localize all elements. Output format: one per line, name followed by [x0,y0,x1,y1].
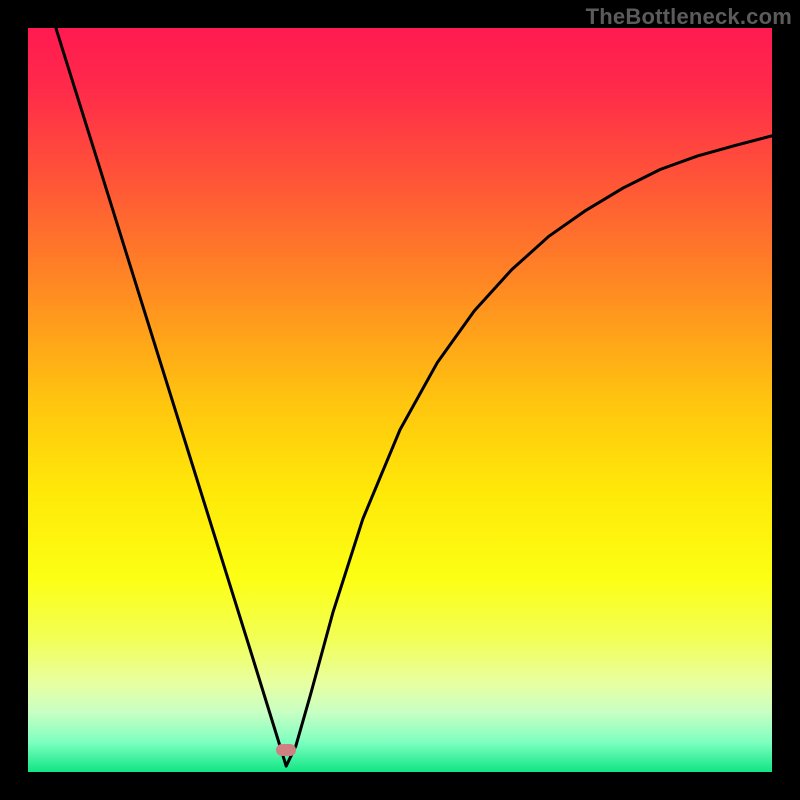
plot-svg [28,28,772,772]
attribution-text: TheBottleneck.com [586,4,792,30]
gradient-background [28,28,772,772]
chart-frame: TheBottleneck.com [0,0,800,800]
plot-area [28,28,772,772]
minimum-marker [276,744,296,756]
